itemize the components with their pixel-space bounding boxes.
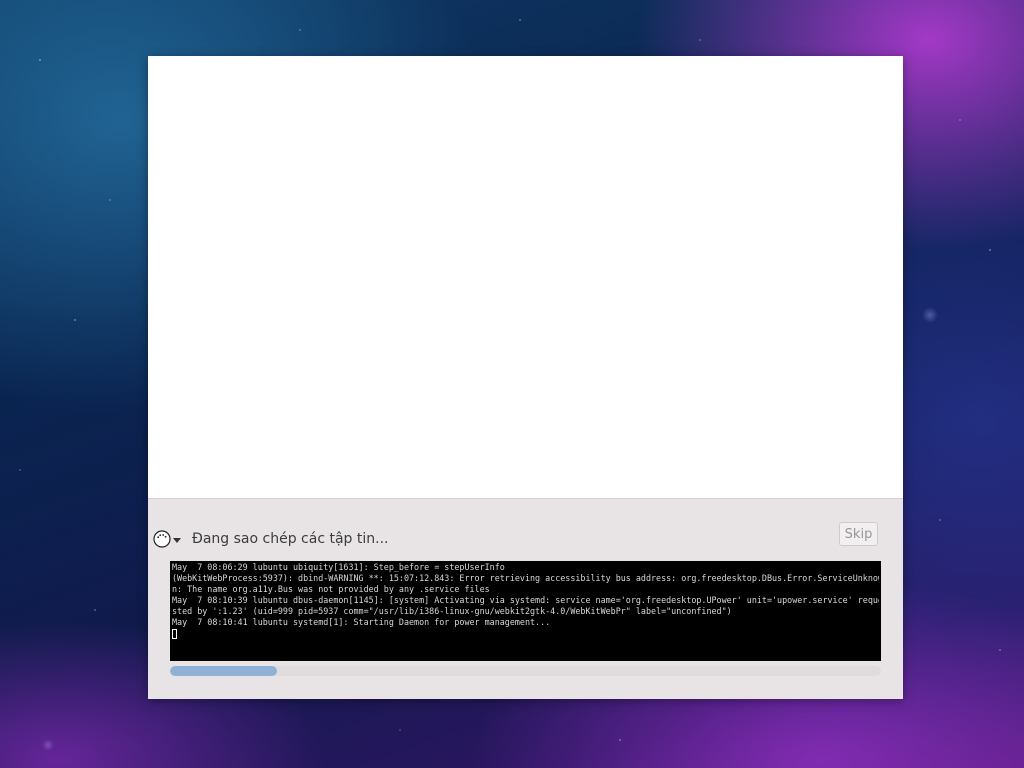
cursor-line xyxy=(172,628,879,639)
installer-window: Đang sao chép các tập tin... Skip May 7 … xyxy=(148,56,903,699)
log-line: May 7 08:06:29 lubuntu ubiquity[1631]: S… xyxy=(172,562,505,572)
spinner-icon xyxy=(153,530,171,548)
log-line: (WebKitWebProcess:5937): dbind-WARNING *… xyxy=(172,573,879,583)
triangle-down-icon xyxy=(173,537,181,543)
log-line: May 7 08:10:41 lubuntu systemd[1]: Start… xyxy=(172,617,551,627)
slideshow-area xyxy=(148,56,903,499)
terminal-log: May 7 08:06:29 lubuntu ubiquity[1631]: S… xyxy=(170,561,881,661)
progress-fill xyxy=(170,666,277,676)
log-line: sted by ':1.23' (uid=999 pid=5937 comm="… xyxy=(172,606,732,616)
progress-bar xyxy=(170,666,881,676)
status-text: Đang sao chép các tập tin... xyxy=(192,531,389,547)
log-line: n: The name org.a11y.Bus was not provide… xyxy=(172,584,490,594)
terminal-cursor xyxy=(172,629,177,639)
toggle-log-button[interactable] xyxy=(153,530,181,548)
status-row: Đang sao chép các tập tin... xyxy=(153,526,388,552)
skip-button[interactable]: Skip xyxy=(839,522,878,546)
log-line: May 7 08:10:39 lubuntu dbus-daemon[1145]… xyxy=(172,595,879,605)
